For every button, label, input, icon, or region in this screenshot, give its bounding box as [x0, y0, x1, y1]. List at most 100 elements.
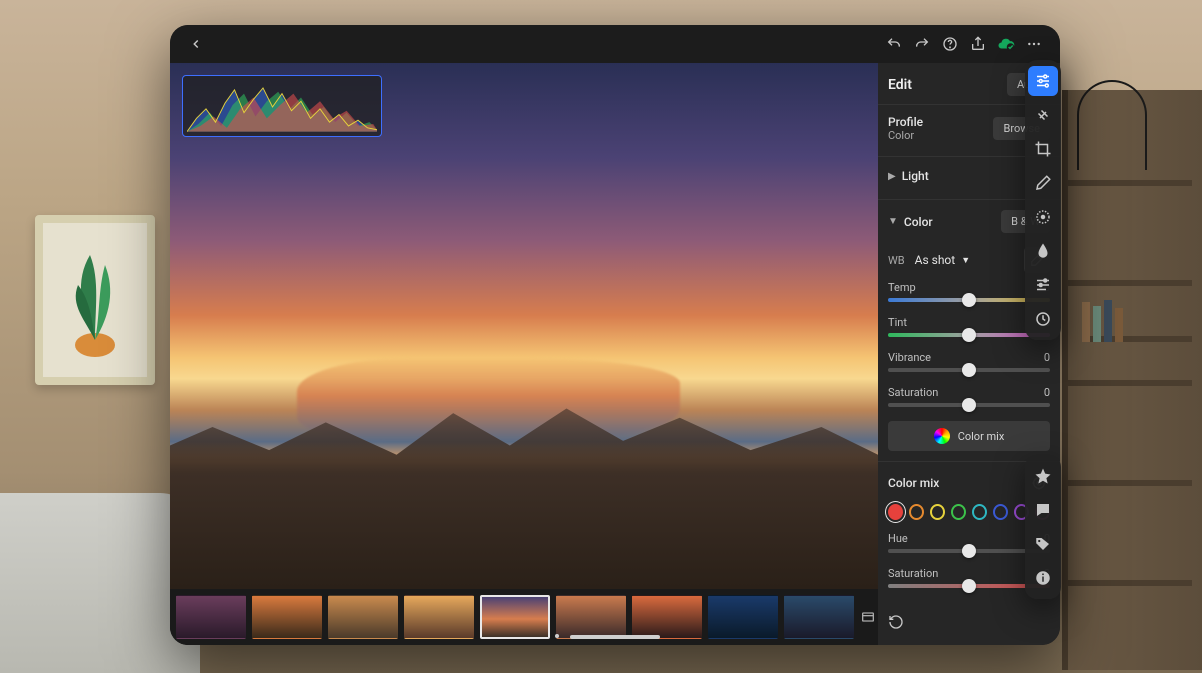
chevron-down-icon: ▼ — [961, 255, 970, 266]
masking-icon — [1034, 174, 1052, 192]
filmstrip-thumb[interactable] — [176, 595, 246, 639]
help-icon — [942, 36, 958, 52]
profile-value: Color — [888, 129, 923, 142]
tool-versions[interactable] — [1028, 270, 1058, 300]
tool-crop[interactable] — [1028, 134, 1058, 164]
wb-dropdown[interactable]: As shot ▼ — [915, 253, 971, 267]
canvas-column — [170, 63, 878, 645]
versions-icon — [1034, 276, 1052, 294]
color-wheel-icon — [934, 428, 950, 444]
back-button[interactable] — [182, 30, 210, 58]
tint-label: Tint — [888, 316, 907, 329]
light-section-title: Light — [902, 169, 929, 183]
colormix-button[interactable]: Color mix — [888, 421, 1050, 451]
slider-knob[interactable] — [962, 398, 976, 412]
saturation-label: Saturation — [888, 386, 938, 399]
presets-icon — [1034, 242, 1052, 260]
help-button[interactable] — [936, 30, 964, 58]
filmstrip-thumb[interactable] — [328, 595, 398, 639]
filmstrip-thumb[interactable] — [404, 595, 474, 639]
redo-button[interactable] — [908, 30, 936, 58]
filmstrip-thumb[interactable] — [252, 595, 322, 639]
share-icon — [970, 36, 986, 52]
vibrance-slider-row: Vibrance0 — [888, 347, 1050, 382]
tool-comments[interactable] — [1028, 495, 1058, 525]
color-swatch[interactable] — [972, 504, 987, 520]
cloud-sync-status[interactable] — [992, 30, 1020, 58]
filmstrip-thumb[interactable] — [708, 595, 778, 639]
plant-illustration — [60, 240, 130, 360]
slider-knob[interactable] — [962, 363, 976, 377]
vibrance-value: 0 — [1044, 351, 1050, 364]
app-window: Edit Auto Profile Color Browse ▶ Light — [170, 25, 1060, 645]
tool-adjust[interactable] — [1028, 66, 1058, 96]
tool-presets[interactable] — [1028, 236, 1058, 266]
room-picture-frame — [35, 215, 155, 385]
cloud-check-icon — [997, 35, 1015, 53]
tool-healing[interactable] — [1028, 100, 1058, 130]
healing-icon — [1034, 106, 1052, 124]
titlebar — [170, 25, 1060, 63]
info-icon — [1034, 569, 1052, 587]
stack-icon — [860, 609, 876, 625]
slider-knob[interactable] — [962, 544, 976, 558]
color-swatch[interactable] — [930, 504, 945, 520]
color-swatch[interactable] — [888, 504, 903, 520]
more-horizontal-icon — [1026, 36, 1042, 52]
vibrance-slider[interactable] — [888, 368, 1050, 372]
temp-label: Temp — [888, 281, 916, 294]
color-section-toggle[interactable]: ▼ Color — [888, 215, 933, 229]
filmstrip-thumb[interactable] — [632, 595, 702, 639]
profile-label: Profile — [888, 115, 923, 129]
share-button[interactable] — [964, 30, 992, 58]
filmstrip-thumb[interactable] — [480, 595, 550, 639]
home-indicator[interactable] — [570, 635, 660, 639]
content-area: Edit Auto Profile Color Browse ▶ Light — [170, 63, 1060, 645]
panel-title: Edit — [888, 77, 912, 93]
filmstrip-thumb[interactable] — [556, 595, 626, 639]
saturation-slider[interactable] — [888, 403, 1050, 407]
colormix-saturation-label: Saturation — [888, 567, 938, 580]
rating-icon — [1034, 467, 1052, 485]
hue-label: Hue — [888, 532, 908, 545]
slider-knob[interactable] — [962, 328, 976, 342]
chevron-down-icon: ▼ — [888, 216, 898, 227]
radial-icon — [1034, 208, 1052, 226]
wb-label: WB — [888, 254, 905, 267]
tool-masking[interactable] — [1028, 168, 1058, 198]
keywords-icon — [1034, 535, 1052, 553]
comments-icon — [1034, 501, 1052, 519]
filmstrip-thumb[interactable] — [784, 595, 854, 639]
colormix-title: Color mix — [888, 476, 939, 490]
wb-value: As shot — [915, 253, 956, 267]
colormix-button-label: Color mix — [958, 430, 1005, 443]
tool-rail-bottom — [1025, 455, 1061, 599]
photo-canvas[interactable] — [170, 63, 878, 589]
saturation-value: 0 — [1044, 386, 1050, 399]
chevron-left-icon — [189, 37, 203, 51]
saturation-slider-row: Saturation 0 — [888, 382, 1050, 417]
tool-info[interactable] — [1028, 563, 1058, 593]
more-options-button[interactable] — [1020, 30, 1048, 58]
color-section-title: Color — [904, 215, 933, 229]
undo-icon — [886, 36, 902, 52]
undo-button[interactable] — [880, 30, 908, 58]
color-swatch[interactable] — [993, 504, 1008, 520]
tool-settings[interactable] — [1028, 304, 1058, 334]
room-bookshelf — [1062, 90, 1202, 670]
crop-icon — [1034, 140, 1052, 158]
tool-radial[interactable] — [1028, 202, 1058, 232]
reset-icon — [888, 614, 904, 630]
photo-water — [297, 358, 679, 442]
settings-icon — [1034, 310, 1052, 328]
filmstrip — [170, 589, 878, 645]
slider-knob[interactable] — [962, 579, 976, 593]
color-swatch[interactable] — [951, 504, 966, 520]
histogram-overlay[interactable] — [182, 75, 382, 137]
filmstrip-more-button[interactable] — [860, 595, 876, 639]
color-swatch[interactable] — [909, 504, 924, 520]
slider-knob[interactable] — [962, 293, 976, 307]
tool-rating[interactable] — [1028, 461, 1058, 491]
tool-keywords[interactable] — [1028, 529, 1058, 559]
reset-button[interactable] — [878, 608, 1060, 639]
